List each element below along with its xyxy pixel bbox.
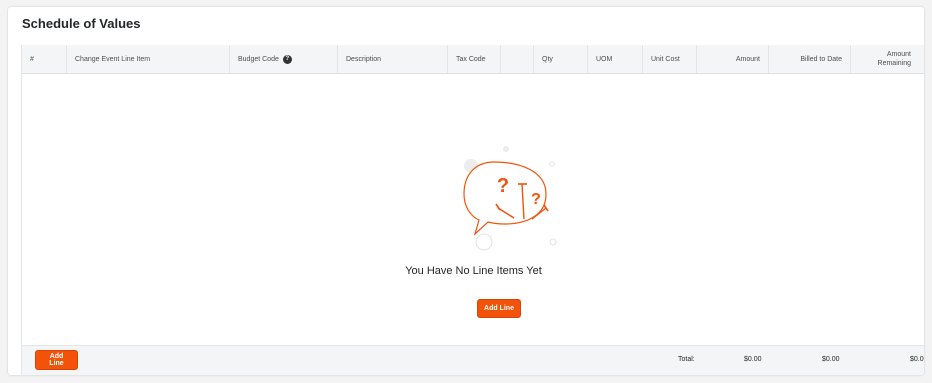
schedule-of-values-card: Schedule of Values # Change Event Line I… bbox=[8, 7, 924, 375]
col-header-unit-cost[interactable]: Unit Cost bbox=[643, 45, 697, 73]
svg-text:?: ? bbox=[497, 175, 509, 197]
col-header-amount[interactable]: Amount bbox=[697, 45, 769, 73]
svg-text:?: ? bbox=[531, 191, 541, 208]
footer-add-line-button[interactable]: Add Line bbox=[35, 350, 78, 370]
col-header-uom[interactable]: UOM bbox=[588, 45, 643, 73]
col-header-qty[interactable]: Qty bbox=[534, 45, 588, 73]
col-header-tax-code[interactable]: Tax Code bbox=[448, 45, 501, 73]
col-header-billed-to-date[interactable]: Billed to Date bbox=[769, 45, 851, 73]
help-icon[interactable]: ? bbox=[282, 54, 292, 64]
col-header-budget-code-label: Budget Code bbox=[238, 55, 279, 63]
col-header-amount-remaining[interactable]: Amount Remaining bbox=[851, 45, 924, 73]
col-header-index[interactable]: # bbox=[22, 45, 67, 73]
col-header-budget-code[interactable]: Budget Code ? bbox=[230, 45, 338, 73]
col-header-description[interactable]: Description bbox=[338, 45, 448, 73]
col-header-blank bbox=[501, 45, 534, 73]
card-title: Schedule of Values bbox=[22, 16, 141, 31]
sov-table: # Change Event Line Item Budget Code ? D… bbox=[21, 45, 924, 375]
question-nails-speech-bubble-icon: ? ? bbox=[463, 146, 557, 251]
table-header: # Change Event Line Item Budget Code ? D… bbox=[22, 45, 924, 74]
col-header-line-item[interactable]: Change Event Line Item bbox=[67, 45, 230, 73]
amount-total: $0.00 bbox=[744, 355, 762, 363]
empty-state-title: You Have No Line Items Yet bbox=[405, 265, 542, 277]
total-label: Total: bbox=[678, 355, 695, 363]
billed-total: $0.00 bbox=[822, 355, 840, 363]
empty-state: ? ? You Have No Line Items Yet Add Line bbox=[22, 74, 924, 345]
remaining-total: $0.00 bbox=[910, 355, 924, 363]
add-line-button[interactable]: Add Line bbox=[477, 299, 521, 318]
table-footer: Add Line Total: $0.00 $0.00 $0.00 bbox=[22, 345, 924, 375]
